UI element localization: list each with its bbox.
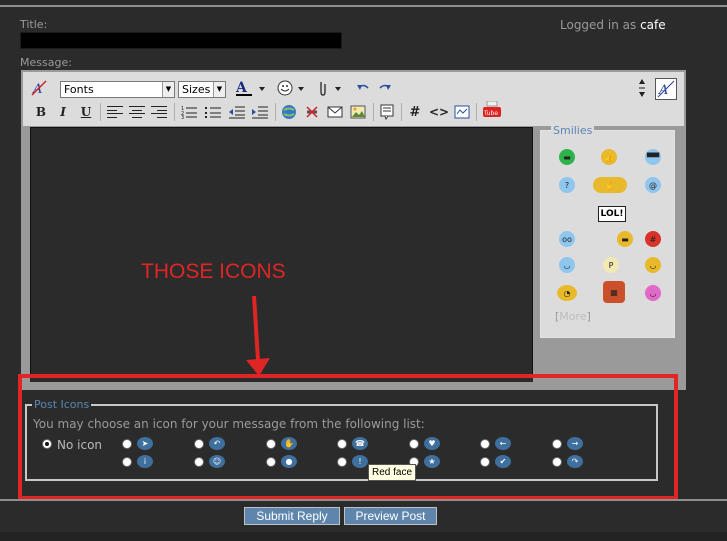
resize-toggle-icon[interactable] [635, 79, 649, 97]
text-color-button[interactable]: A [233, 79, 267, 97]
confused-smiley-icon[interactable]: ? [559, 177, 575, 193]
grin-smiley-icon[interactable]: ▬ [559, 149, 575, 165]
submit-reply-button[interactable]: Submit Reply [244, 507, 340, 525]
bullet-list-icon[interactable] [203, 103, 223, 121]
chevron-down-icon: ▼ [162, 82, 174, 97]
toolbar-separator [476, 103, 477, 121]
happy-smiley-icon[interactable]: ◡ [559, 257, 575, 273]
logged-in-status: Logged in as cafe [560, 18, 666, 32]
brick-wall-smiley-icon[interactable]: ▦ [603, 281, 625, 303]
annotation-highlight-box [18, 374, 678, 500]
font-size-value: Sizes [182, 83, 211, 96]
attachment-menu-button[interactable] [312, 79, 344, 97]
shocked-smiley-icon[interactable]: oo [559, 231, 575, 247]
underline-button[interactable]: U [76, 103, 96, 121]
lol-smiley-icon[interactable]: ▬ [617, 231, 633, 247]
chevron-down-icon: ▼ [213, 82, 225, 97]
more-smilies-label: More [559, 310, 587, 323]
align-left-icon[interactable] [105, 103, 125, 121]
php-code-icon[interactable] [452, 103, 472, 121]
font-family-select[interactable]: Fonts ▼ [60, 81, 175, 98]
toolbar-separator [373, 103, 374, 121]
logged-in-prefix: Logged in as [560, 18, 637, 32]
toolbar-separator [100, 103, 101, 121]
insert-image-icon[interactable] [348, 103, 368, 121]
numbered-list-icon[interactable]: 123 [179, 103, 199, 121]
pink-smiley-icon[interactable]: ◡ [645, 285, 661, 301]
undo-icon[interactable] [353, 79, 373, 97]
top-divider [0, 5, 727, 7]
laugh-smiley-icon[interactable]: ◡ [645, 257, 661, 273]
outdent-icon[interactable] [227, 103, 247, 121]
font-family-value: Fonts [64, 83, 94, 96]
thumbs-up-smiley-icon[interactable]: 👍 [601, 149, 617, 165]
hash-button[interactable]: # [406, 103, 424, 121]
title-label: Title: [20, 18, 48, 31]
smilies-legend: Smilies [551, 124, 595, 137]
toolbar-separator [174, 103, 175, 121]
redo-icon[interactable] [375, 79, 395, 97]
message-editor: A Fonts ▼ Sizes ▼ A A B [21, 70, 686, 390]
svg-text:3: 3 [181, 115, 184, 119]
toolbar-separator [275, 103, 276, 121]
tongue-smiley-icon[interactable]: P [603, 257, 619, 273]
logged-in-user[interactable]: cafe [640, 18, 666, 32]
annotation-label: THOSE ICONS [141, 260, 286, 283]
code-button[interactable]: <> [428, 103, 450, 121]
title-input[interactable] [20, 32, 342, 49]
preview-post-button[interactable]: Preview Post [344, 507, 437, 525]
remove-format-icon[interactable]: A [29, 79, 49, 97]
quote-icon[interactable] [377, 103, 397, 121]
smilies-panel: Smilies ▬ 👍 ▀▀ ? ✋ @ LOL! ▬ # oo ◡ P ◡ ◔… [540, 124, 675, 338]
insert-link-icon[interactable] [279, 103, 299, 121]
angry-smiley-icon[interactable]: # [645, 231, 661, 247]
align-center-icon[interactable] [127, 103, 147, 121]
youtube-icon[interactable]: Tube [481, 101, 503, 119]
editor-toolbar: A Fonts ▼ Sizes ▼ A A B [23, 72, 684, 126]
cool-smiley-icon[interactable]: ▀▀ [645, 149, 661, 165]
message-textarea[interactable] [30, 127, 533, 377]
lol-sign-smiley-icon[interactable]: LOL! [598, 206, 626, 222]
message-label: Message: [20, 56, 72, 69]
italic-button[interactable]: I [53, 103, 73, 121]
svg-text:Tube: Tube [483, 110, 498, 117]
bottom-divider [0, 499, 727, 501]
svg-text:A: A [235, 80, 248, 96]
dizzy-smiley-icon[interactable]: @ [645, 177, 661, 193]
align-right-icon[interactable] [149, 103, 169, 121]
toolbar-separator [401, 103, 402, 121]
font-size-select[interactable]: Sizes ▼ [178, 81, 226, 98]
bold-button[interactable]: B [31, 103, 51, 121]
footer-strip [0, 532, 727, 541]
switch-editor-mode-icon[interactable]: A [655, 78, 677, 100]
indent-icon[interactable] [250, 103, 270, 121]
talk-to-hand-smiley-icon[interactable]: ✋ [593, 177, 627, 193]
email-link-icon[interactable] [325, 103, 345, 121]
remove-link-icon[interactable] [302, 103, 322, 121]
more-smilies-link[interactable]: [More] [555, 310, 591, 323]
eating-smiley-icon[interactable]: ◔ [557, 285, 577, 301]
emoticon-menu-button[interactable] [275, 79, 307, 97]
